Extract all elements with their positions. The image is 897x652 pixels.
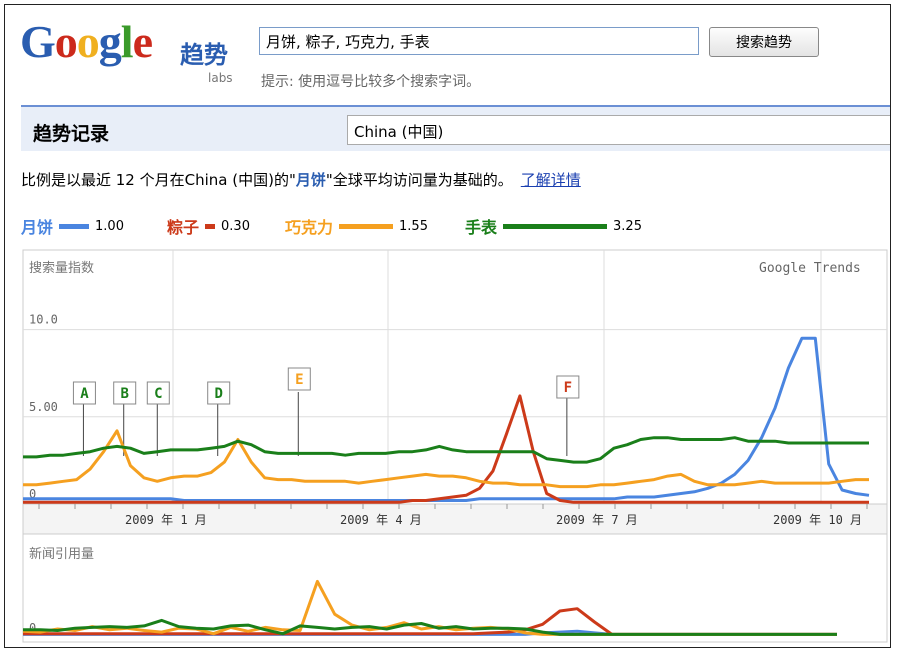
legend-value: 1.00 — [95, 218, 124, 234]
legend-swatch — [59, 223, 90, 229]
learn-more-link[interactable]: 了解详情 — [521, 171, 581, 189]
product-name: 趋势 — [180, 41, 228, 69]
legend-item: 月饼 1.00 — [21, 214, 124, 238]
y-tick-label: 5.00 — [29, 400, 58, 414]
logo-letter: G — [20, 16, 56, 67]
annotation-label: E — [295, 372, 303, 388]
trends-chart: 10.05.000搜索量指数 Google Trends2009 年 1 月 200… — [22, 249, 888, 643]
search-panel-frame — [22, 249, 888, 505]
logo-letter: g — [98, 16, 122, 67]
logo-letter: l — [120, 16, 134, 67]
annotation-label: C — [154, 386, 162, 402]
panel-title: 新闻引用量 — [29, 546, 94, 562]
legend-item: 手表 3.25 — [465, 214, 642, 238]
legend-term[interactable]: 巧克力 — [285, 214, 333, 238]
x-tick-label: 2009 年 10 月 — [773, 513, 862, 527]
legend-term[interactable]: 手表 — [465, 214, 497, 238]
x-tick-label: 2009 年 1 月 — [125, 513, 207, 527]
annotation-label: F — [564, 380, 572, 396]
panel-title: 搜索量指数 — [29, 261, 94, 276]
legend-term[interactable]: 粽子 — [167, 214, 199, 238]
x-tick-label: 2009 年 4 月 — [340, 513, 422, 527]
legend-swatch — [339, 223, 394, 229]
section-header: 趋势记录 China (中国) — [21, 105, 890, 151]
legend-item: 巧克力 1.55 — [285, 214, 428, 238]
labs-label: labs — [208, 71, 233, 85]
watermark: Google Trends — [759, 261, 861, 276]
logo-letter: o — [76, 16, 100, 67]
annotation-label: A — [80, 386, 89, 402]
desc-suffix: "全球平均访问量为基础的。 — [325, 171, 513, 189]
legend-term[interactable]: 月饼 — [21, 214, 53, 238]
legend-swatch — [503, 223, 608, 229]
trends-page: Google 趋势 labs 搜索趋势 提示: 使用逗号比较多个搜索字词。 趋势… — [4, 4, 891, 648]
region-select[interactable]: China (中国) — [347, 115, 890, 145]
google-logo[interactable]: Google — [20, 16, 153, 67]
desc-prefix: 比例是以最近 12 个月在China (中国)的" — [21, 171, 296, 189]
annotation-label: D — [214, 386, 222, 402]
logo-letter: o — [54, 16, 78, 67]
search-input[interactable] — [259, 27, 699, 55]
y-tick-label: 10.0 — [29, 313, 58, 327]
legend-item: 粽子 0.30 — [167, 214, 250, 238]
legend-value: 3.25 — [613, 218, 642, 234]
desc-keyword: 月饼 — [295, 171, 326, 189]
annotation-label: B — [120, 386, 128, 402]
legend-swatch — [205, 223, 216, 229]
scale-description: 比例是以最近 12 个月在China (中国)的"月饼"全球平均访问量为基础的。… — [21, 169, 581, 190]
legend-value: 1.55 — [399, 218, 428, 234]
section-title: 趋势记录 — [33, 123, 110, 145]
search-trends-button[interactable]: 搜索趋势 — [709, 27, 819, 57]
search-hint: 提示: 使用逗号比较多个搜索字词。 — [261, 74, 481, 90]
legend-value: 0.30 — [221, 218, 250, 234]
x-tick-label: 2009 年 7 月 — [556, 513, 638, 527]
logo-letter: e — [132, 16, 153, 67]
